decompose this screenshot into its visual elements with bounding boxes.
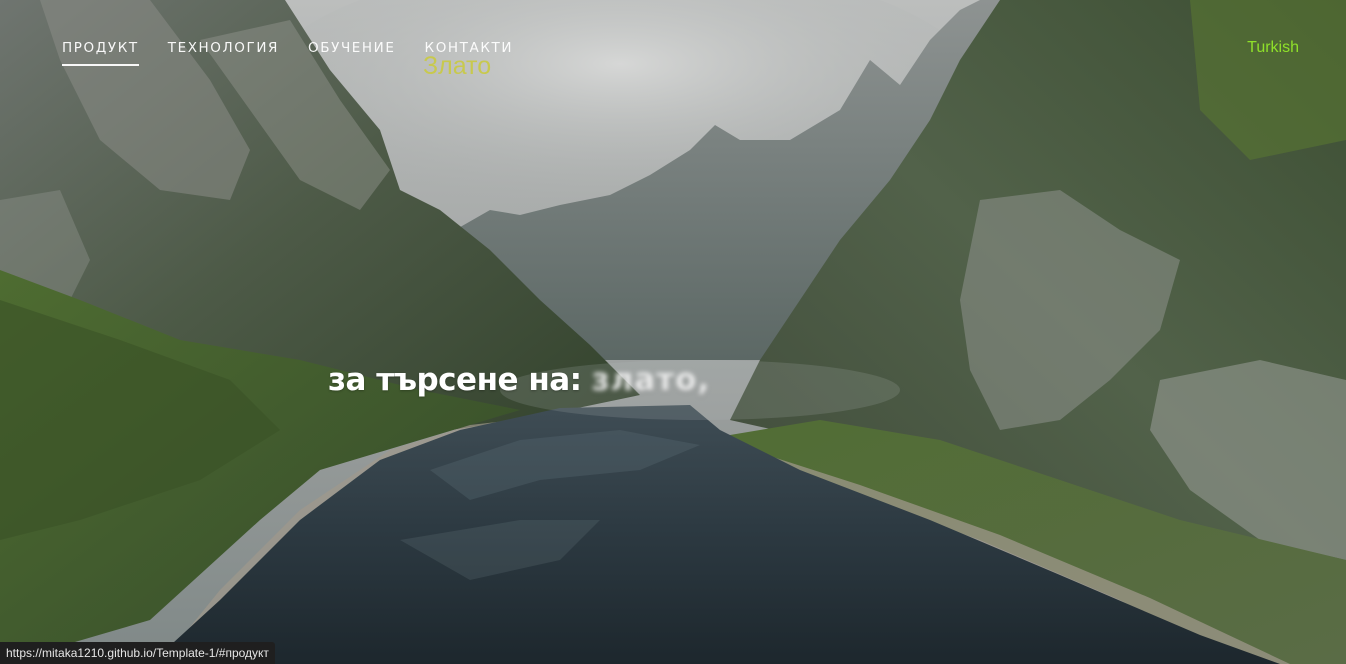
page: ПРОДУКТ ТЕХНОЛОГИЯ ОБУЧЕНИЕ КОНТАКТИ Зла… xyxy=(0,0,1346,664)
language-switch-link[interactable]: Turkish xyxy=(1247,39,1299,57)
hero-static-text: за търсене на: xyxy=(328,362,582,398)
site-logo[interactable]: Злато xyxy=(423,52,491,81)
background-landscape-image xyxy=(0,0,1346,664)
nav-item-technology[interactable]: ТЕХНОЛОГИЯ xyxy=(168,40,279,66)
browser-status-bar-url: https://mitaka1210.github.io/Template-1/… xyxy=(0,642,275,664)
hero-rotating-word: злато, xyxy=(591,362,711,398)
nav-item-product[interactable]: ПРОДУКТ xyxy=(62,40,139,66)
nav-item-training[interactable]: ОБУЧЕНИЕ xyxy=(308,40,395,66)
hero-headline: за търсене на: злато, xyxy=(328,362,710,398)
